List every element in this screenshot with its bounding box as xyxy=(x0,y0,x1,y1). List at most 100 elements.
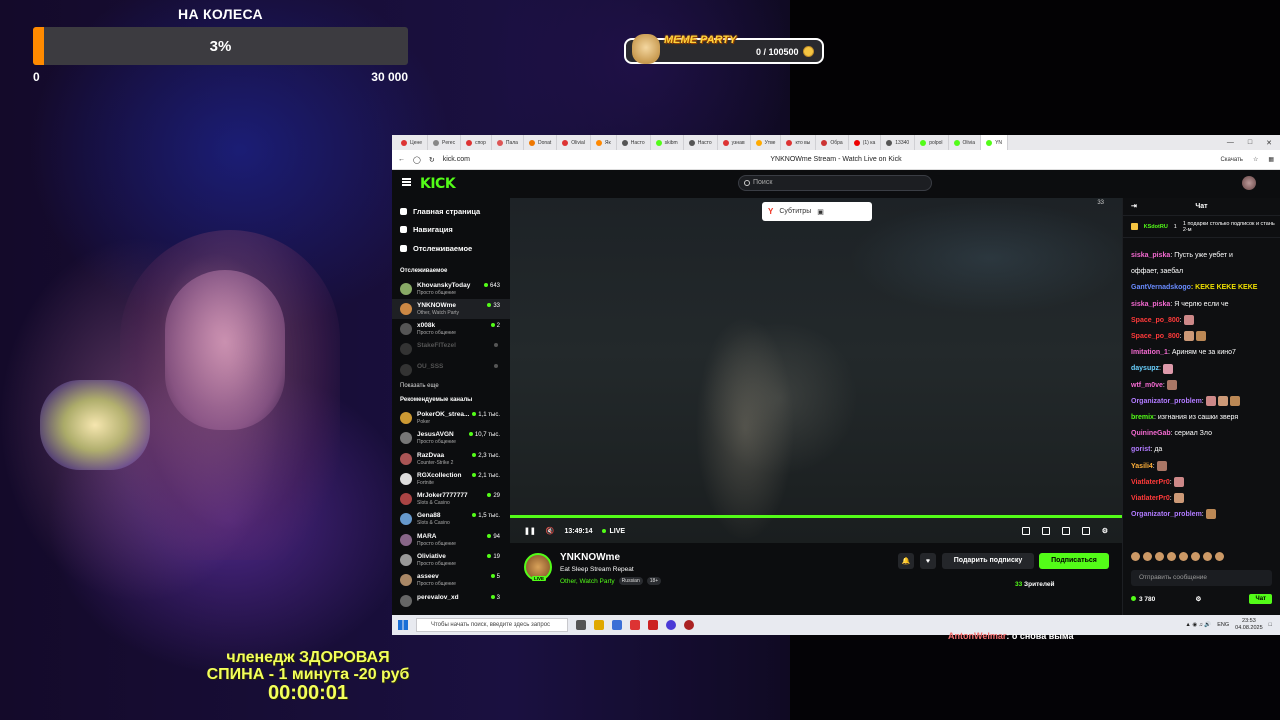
browser-tab[interactable]: skibm xyxy=(651,135,684,150)
chat-username[interactable]: GantVernadskogo xyxy=(1131,284,1191,291)
chat-username[interactable]: Organizator_problem xyxy=(1131,398,1202,405)
channel-item[interactable]: x008k Просто общение 2 xyxy=(392,319,510,339)
show-more-link[interactable]: Показать еще xyxy=(392,380,510,393)
minimize-icon[interactable]: — xyxy=(1227,139,1234,147)
emote-icon[interactable] xyxy=(1143,552,1152,561)
nav-browse[interactable]: Навигация xyxy=(392,221,510,240)
clock[interactable]: 23:53 04.08.2025 xyxy=(1235,618,1263,632)
maximize-icon[interactable]: □ xyxy=(1248,139,1252,147)
chat-username[interactable]: ViatlaterPr0 xyxy=(1131,479,1170,486)
browser-tab[interactable]: узнав xyxy=(718,135,751,150)
channel-item[interactable]: JesusAVGN Просто общение 10,7 тыс. xyxy=(392,428,510,448)
tray-icons[interactable]: ▲ ◉ ♫ 🔊 xyxy=(1185,622,1211,628)
channel-item[interactable]: OU_SSS xyxy=(392,360,510,380)
nav-home[interactable]: Главная страница xyxy=(392,202,510,221)
notifications-icon[interactable]: □ xyxy=(1269,622,1272,628)
app-icon[interactable] xyxy=(666,620,676,630)
browser-tab[interactable]: спор xyxy=(461,135,492,150)
browser-tab[interactable]: Як xyxy=(591,135,617,150)
keyboard-lang[interactable]: ENG xyxy=(1217,622,1229,628)
emote-icon[interactable] xyxy=(1179,552,1188,561)
chat-username[interactable]: siska_piska xyxy=(1131,252,1170,259)
subtitles-toggle-icon[interactable]: ▣ xyxy=(817,208,824,216)
subtitles-widget[interactable]: Y Субтитры ▣ xyxy=(762,202,872,221)
emote-icon[interactable] xyxy=(1215,552,1224,561)
video-player[interactable]: Y Субтитры ▣ 33 ❚❚ 🔇 13:49:14 LIVE ⚙ xyxy=(510,198,1122,543)
browser-tab[interactable]: 13340 xyxy=(881,135,916,150)
channel-item[interactable]: Gena88 Slots & Casino 1,5 тыс. xyxy=(392,509,510,529)
kick-logo[interactable]: KICK xyxy=(420,176,456,192)
reload-icon[interactable]: ↻ xyxy=(429,156,435,164)
download-button[interactable]: Скачать xyxy=(1220,157,1243,163)
back-icon[interactable]: ← xyxy=(398,156,405,163)
yandex-app-icon[interactable] xyxy=(630,620,640,630)
emote-icon[interactable] xyxy=(1131,552,1140,561)
browser-tab[interactable]: Donat xyxy=(524,135,558,150)
channel-item[interactable]: KhovanskyToday Просто общение 643 xyxy=(392,279,510,299)
store-icon[interactable] xyxy=(612,620,622,630)
emote-icon[interactable] xyxy=(1191,552,1200,561)
notification-bell-icon[interactable]: 🔔 xyxy=(898,553,914,569)
pip-icon[interactable] xyxy=(1021,527,1030,535)
gift-user[interactable]: KSdotRU xyxy=(1144,224,1168,230)
browser-tab[interactable]: Пала xyxy=(492,135,524,150)
chat-username[interactable]: ViatlaterPr0 xyxy=(1131,495,1170,502)
channel-item[interactable]: MrJoker7777777 Slots & Casino 29 xyxy=(392,489,510,509)
channel-name[interactable]: YNKNOWme xyxy=(560,552,620,563)
settings-icon[interactable]: ⚙ xyxy=(1102,527,1108,535)
language-tag[interactable]: Russian xyxy=(618,577,643,585)
menu-icon[interactable] xyxy=(402,178,411,186)
chat-username[interactable]: gorist xyxy=(1131,446,1150,453)
chat-username[interactable]: Imitation_1 xyxy=(1131,349,1168,356)
collapse-chat-icon[interactable]: ⇥ xyxy=(1131,198,1137,216)
channel-points[interactable]: 3 780 xyxy=(1131,596,1155,603)
browser-tab[interactable]: YN xyxy=(981,135,1009,150)
user-avatar[interactable] xyxy=(1242,176,1256,190)
extensions-icon[interactable]: ▦ xyxy=(1268,156,1274,163)
windows-start-icon[interactable] xyxy=(398,620,408,630)
yandex-browser-icon[interactable] xyxy=(648,620,658,630)
browser-tab[interactable]: Olivia xyxy=(949,135,982,150)
chat-username[interactable]: Space_po_800 xyxy=(1131,333,1180,340)
emote-icon[interactable] xyxy=(1203,552,1212,561)
channel-item[interactable]: asseev Просто общение 5 xyxy=(392,570,510,590)
pause-icon[interactable]: ❚❚ xyxy=(524,527,536,535)
clip-icon[interactable] xyxy=(1041,527,1050,535)
channel-item[interactable]: PokerOK_strea... Poker 1,1 тыс. xyxy=(392,408,510,428)
theater-icon[interactable] xyxy=(1061,527,1070,535)
chat-username[interactable]: Space_po_800 xyxy=(1131,317,1180,324)
chat-username[interactable]: bremix xyxy=(1131,414,1154,421)
channel-item[interactable]: RazDvaa Counter-Strike 2 2,3 тыс. xyxy=(392,449,510,469)
channel-item[interactable]: StakeFITezel xyxy=(392,339,510,359)
chat-username[interactable]: wtf_m0ve xyxy=(1131,382,1163,389)
live-progress-bar[interactable] xyxy=(510,515,1122,518)
emote-bar[interactable] xyxy=(1131,552,1272,561)
channel-item[interactable]: perevalov_xd 3 xyxy=(392,591,510,611)
browser-tab[interactable]: Насто xyxy=(684,135,718,150)
fullscreen-icon[interactable] xyxy=(1081,527,1090,535)
chat-username[interactable]: siska_piska xyxy=(1131,301,1170,308)
gift-sub-button[interactable]: Подарить подписку xyxy=(942,553,1034,569)
category-link[interactable]: Other, Watch Party xyxy=(560,578,615,585)
browser-tab[interactable]: Цене xyxy=(396,135,429,150)
emote-icon[interactable] xyxy=(1155,552,1164,561)
chat-username[interactable]: Yasili4 xyxy=(1131,463,1153,470)
browser-tab[interactable]: Обра xyxy=(816,135,849,150)
bookmark-icon[interactable]: ☆ xyxy=(1253,156,1258,163)
nav-following[interactable]: Отслеживаемое xyxy=(392,239,510,258)
browser-tab[interactable]: polpol xyxy=(915,135,949,150)
chat-settings-icon[interactable]: ⚙ xyxy=(1195,595,1201,603)
search-input[interactable]: Поиск xyxy=(738,175,932,191)
explorer-icon[interactable] xyxy=(594,620,604,630)
subscribe-button[interactable]: Подписаться xyxy=(1039,553,1109,569)
browser-tab[interactable]: Olivial xyxy=(557,135,591,150)
chat-username[interactable]: daysupz xyxy=(1131,365,1159,372)
mute-icon[interactable]: 🔇 xyxy=(546,527,555,535)
url-field[interactable]: kick.com xyxy=(443,156,470,163)
channel-item[interactable]: YNKNOWme Other, Watch Party 33 xyxy=(392,298,510,320)
browser-tab[interactable]: кто вы xyxy=(781,135,817,150)
yandex-icon[interactable]: ◯ xyxy=(413,156,421,164)
browser-tab[interactable]: Утве xyxy=(751,135,782,150)
emote-icon[interactable] xyxy=(1167,552,1176,561)
taskbar-search[interactable]: Чтобы начать поиск, введите здесь запрос xyxy=(416,618,568,632)
